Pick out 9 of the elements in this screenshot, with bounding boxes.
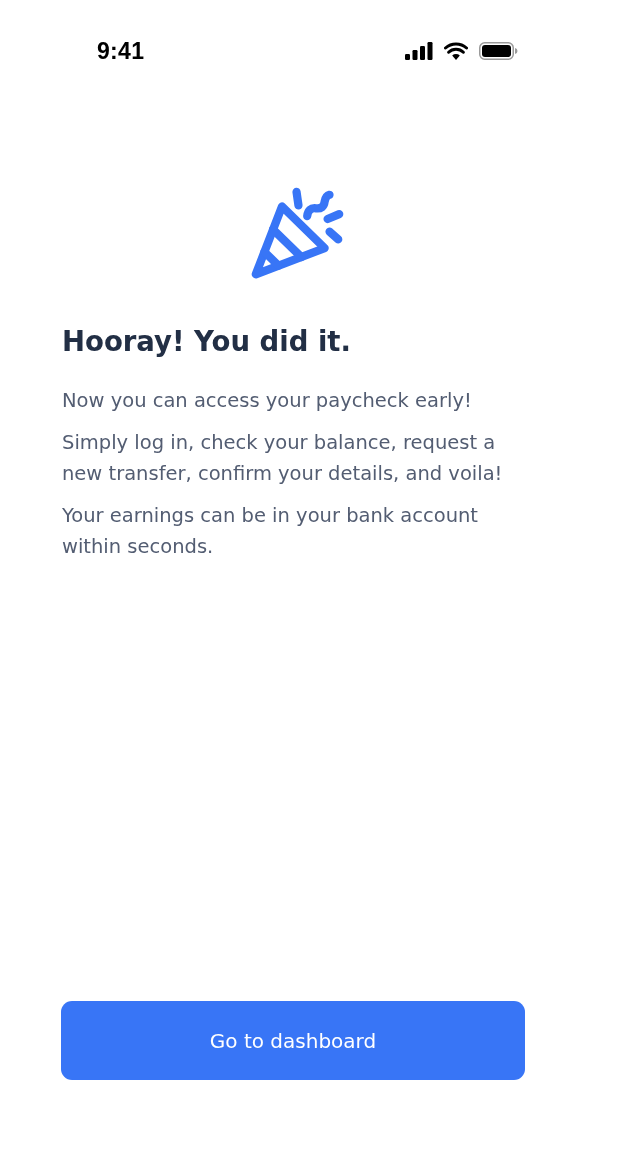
status-time: 9:41 — [97, 37, 145, 65]
body-text: Simply log in, check your balance, request a new transfer, confirm your details, and voila! — [62, 430, 504, 487]
wifi-icon — [444, 42, 468, 60]
dashboard-button[interactable]: Go to dashboard — [61, 1001, 525, 1080]
battery-icon — [479, 42, 518, 60]
success-heading: Hooray! You did it. — [62, 324, 352, 359]
body-text: Now you can access your paycheck early! — [62, 388, 473, 414]
body-text: Your earnings can be in your bank account within seconds. — [62, 503, 479, 560]
signal-icon — [405, 42, 433, 60]
